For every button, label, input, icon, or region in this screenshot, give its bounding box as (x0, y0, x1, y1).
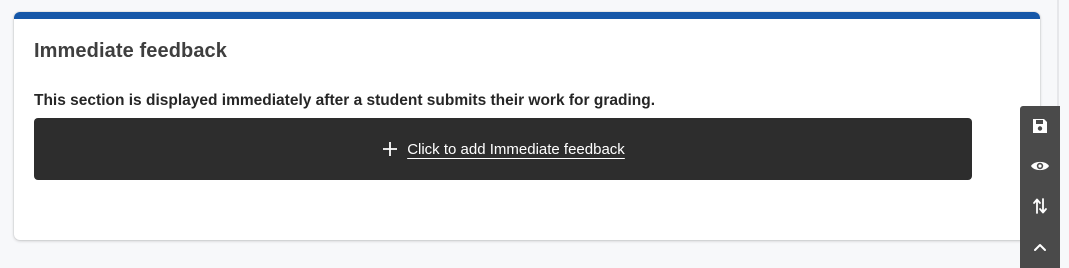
add-feedback-label: Click to add Immediate feedback (407, 140, 625, 158)
eye-icon (1030, 159, 1050, 178)
feedback-section-card: Immediate feedback This section is displ… (14, 12, 1040, 240)
save-icon (1031, 117, 1049, 140)
section-title: Immediate feedback (34, 40, 227, 62)
add-immediate-feedback-button[interactable]: Click to add Immediate feedback (34, 118, 972, 180)
preview-button[interactable] (1020, 148, 1060, 188)
swap-vertical-icon (1032, 197, 1048, 220)
plus-icon (381, 140, 399, 158)
card-accent-bar (14, 12, 1040, 19)
section-description: This section is displayed immediately af… (34, 92, 655, 109)
save-button[interactable] (1020, 108, 1060, 148)
page: Immediate feedback This section is displ… (0, 0, 1069, 268)
reorder-button[interactable] (1020, 188, 1060, 228)
scroll-up-button[interactable] (1020, 228, 1060, 268)
chevron-up-icon (1033, 239, 1047, 257)
side-toolbar (1020, 106, 1060, 268)
